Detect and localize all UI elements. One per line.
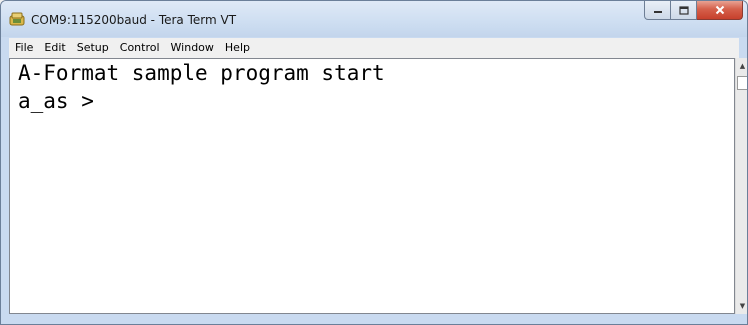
close-icon	[715, 5, 724, 15]
scroll-thumb[interactable]	[737, 76, 747, 90]
menu-bar: File Edit Setup Control Window Help	[9, 38, 739, 59]
menu-edit[interactable]: Edit	[38, 38, 70, 58]
tera-term-icon	[9, 12, 25, 26]
menu-help[interactable]: Help	[219, 38, 255, 58]
maximize-button[interactable]	[671, 1, 697, 20]
minimize-icon	[653, 11, 662, 13]
terminal-prompt-line: a_as >	[18, 89, 94, 113]
minimize-button[interactable]	[644, 1, 671, 20]
scroll-up-arrow-icon[interactable]: ▲	[736, 60, 747, 72]
caption-buttons	[644, 1, 743, 20]
menu-control[interactable]: Control	[114, 38, 165, 58]
vertical-scrollbar[interactable]: ▲ ▼	[735, 58, 747, 314]
window-bottom-frame	[1, 314, 747, 324]
title-bar[interactable]: COM9:115200baud - Tera Term VT	[1, 1, 747, 37]
close-button[interactable]	[697, 1, 743, 20]
menu-setup[interactable]: Setup	[71, 38, 114, 58]
window-title: COM9:115200baud - Tera Term VT	[31, 13, 237, 27]
menu-file[interactable]: File	[9, 38, 38, 58]
scroll-down-arrow-icon[interactable]: ▼	[736, 300, 747, 312]
menu-window[interactable]: Window	[165, 38, 219, 58]
terminal-line: A-Format sample program start	[18, 61, 385, 85]
terminal-window: COM9:115200baud - Tera Term VT File Edit…	[0, 0, 748, 325]
maximize-icon	[678, 5, 689, 15]
terminal-screen[interactable]: A-Format sample program start a_as >	[9, 58, 735, 314]
